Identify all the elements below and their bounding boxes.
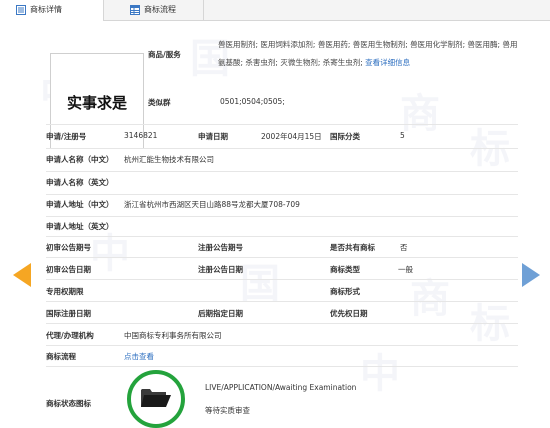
goods-services-value: 兽医用制剂; 医用饲料添加剂; 兽医用药; 兽医用生物制剂; 兽医用化学制剂; … — [218, 36, 518, 72]
similar-group-value: 0501;0504;0505; — [220, 97, 285, 106]
view-flow-link[interactable]: 点击查看 — [124, 351, 154, 362]
address-cn-label: 申请人地址（中文） — [46, 200, 114, 209]
intl-reg-date-label: 国际注册日期 — [46, 309, 91, 318]
intl-class-value: 5 — [400, 131, 405, 140]
status-icon-label: 商标状态图标 — [46, 399, 91, 408]
applicant-cn-value: 杭州汇能生物技术有限公司 — [124, 155, 214, 164]
reg-no-label: 申请/注册号 — [46, 132, 87, 141]
tab-label: 商标详情 — [30, 5, 62, 14]
trademark-flow-label: 商标流程 — [46, 352, 76, 361]
watermark-text: 标 — [470, 300, 510, 347]
divider — [46, 236, 518, 237]
shared-mark-label: 是否共有商标 — [330, 243, 375, 252]
prelim-no-label: 初审公告期号 — [46, 243, 91, 252]
divider — [46, 323, 518, 324]
mark-type-value: 一般 — [398, 265, 413, 274]
status-indicator — [127, 370, 185, 428]
applicant-en-label: 申请人名称（英文） — [46, 178, 114, 187]
tab-bar: 商标详情 商标流程 — [0, 0, 550, 21]
mark-form-label: 商标形式 — [330, 287, 360, 296]
shared-mark-value: 否 — [400, 243, 408, 252]
tab-trademark-details[interactable]: 商标详情 — [0, 0, 104, 21]
reg-no-value: 3146821 — [124, 131, 158, 140]
divider — [46, 301, 518, 302]
divider — [46, 366, 518, 367]
similar-group-label: 类似群 — [148, 98, 171, 107]
divider — [46, 148, 518, 149]
apply-date-label: 申请日期 — [198, 132, 228, 141]
tab-trademark-flow[interactable]: 商标流程 — [104, 0, 204, 20]
intl-class-label: 国际分类 — [330, 132, 360, 141]
view-details-link[interactable]: 查看详细信息 — [365, 58, 410, 67]
priority-date-label: 优先权日期 — [330, 309, 368, 318]
later-designation-date-label: 后期指定日期 — [198, 309, 243, 318]
watermark-text: 中 — [360, 350, 400, 397]
divider — [46, 257, 518, 258]
divider — [46, 194, 518, 195]
prelim-date-label: 初审公告日期 — [46, 265, 91, 274]
divider — [46, 171, 518, 172]
goods-services-label: 商品/服务 — [148, 50, 181, 59]
next-arrow-icon[interactable] — [522, 263, 540, 287]
divider — [46, 279, 518, 280]
trademark-detail-panel: 中 国 商 标 中 国 商 标 中 实事求是 商品/服务 兽医用制剂; 医用饲料… — [0, 21, 550, 427]
tab-label: 商标流程 — [144, 5, 176, 14]
folder-icon — [141, 389, 171, 407]
address-en-label: 申请人地址（英文） — [46, 222, 114, 231]
applicant-cn-label: 申请人名称（中文） — [46, 155, 114, 164]
address-cn-value: 浙江省杭州市西湖区天目山路88号龙都大厦708-709 — [124, 200, 300, 209]
status-en-text: LIVE/APPLICATION/Awaiting Examination — [205, 383, 357, 392]
reg-pub-no-label: 注册公告期号 — [198, 243, 243, 252]
table-grid-icon — [130, 5, 140, 15]
previous-arrow-icon[interactable] — [13, 263, 31, 287]
agent-label: 代理/办理机构 — [46, 331, 94, 340]
apply-date-value: 2002年04月15日 — [261, 132, 322, 141]
mark-type-label: 商标类型 — [330, 265, 360, 274]
reg-pub-date-label: 注册公告日期 — [198, 265, 243, 274]
divider — [46, 216, 518, 217]
exclusive-term-label: 专用权期限 — [46, 287, 84, 296]
trademark-image-text: 实事求是 — [66, 94, 127, 112]
divider — [46, 345, 518, 346]
watermark-text: 商 — [400, 90, 440, 137]
status-cn-text: 等待实质审查 — [205, 406, 250, 415]
divider — [46, 124, 518, 125]
document-list-icon — [16, 5, 26, 15]
agent-value: 中国商标专利事务所有限公司 — [124, 331, 222, 340]
watermark-text: 商 — [410, 275, 450, 322]
